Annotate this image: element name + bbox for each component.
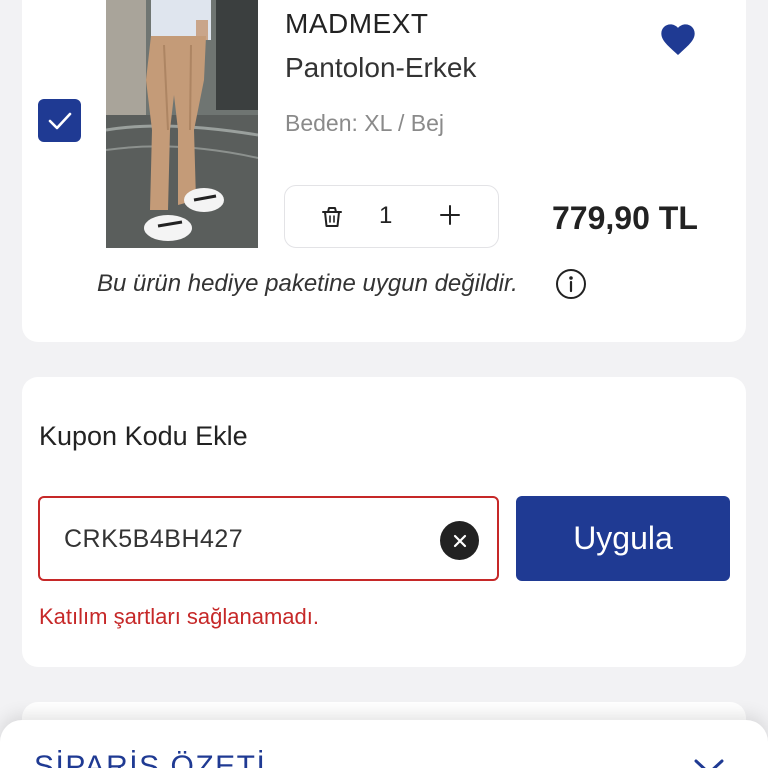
plus-icon [440,205,460,225]
quantity-stepper: 1 [284,185,499,248]
product-variant: Beden: XL / Bej [285,110,444,136]
coupon-title: Kupon Kodu Ekle [39,421,248,451]
heart-icon [661,24,695,55]
gift-package-note: Bu ürün hediye paketine uygun değildir. [97,270,518,297]
order-summary-title: SİPARİŞ ÖZETİ [34,750,267,768]
product-name[interactable]: Pantolon-Erkek [285,52,476,84]
gift-info-button[interactable] [555,268,587,300]
product-image[interactable] [106,0,258,248]
coupon-error-message: Katılım şartları sağlanamadı. [39,604,320,629]
quantity-value: 1 [379,202,393,229]
close-icon [453,534,466,547]
product-price: 779,90 TL [552,200,698,236]
chevron-down-icon [694,759,724,768]
info-icon [556,269,586,299]
summary-toggle-button[interactable] [692,755,726,768]
product-photo [106,0,258,248]
check-icon [48,112,71,129]
coupon-input[interactable] [64,520,424,558]
clear-coupon-button[interactable] [440,521,479,560]
increase-quantity-button[interactable] [435,200,465,230]
item-select-checkbox[interactable] [38,99,81,142]
product-brand: MADMEXT [285,8,429,39]
remove-item-button[interactable] [319,204,345,230]
trash-icon [322,207,342,227]
favorite-button[interactable] [658,20,698,60]
coupon-field [38,496,499,581]
apply-coupon-button[interactable]: Uygula [516,496,730,581]
